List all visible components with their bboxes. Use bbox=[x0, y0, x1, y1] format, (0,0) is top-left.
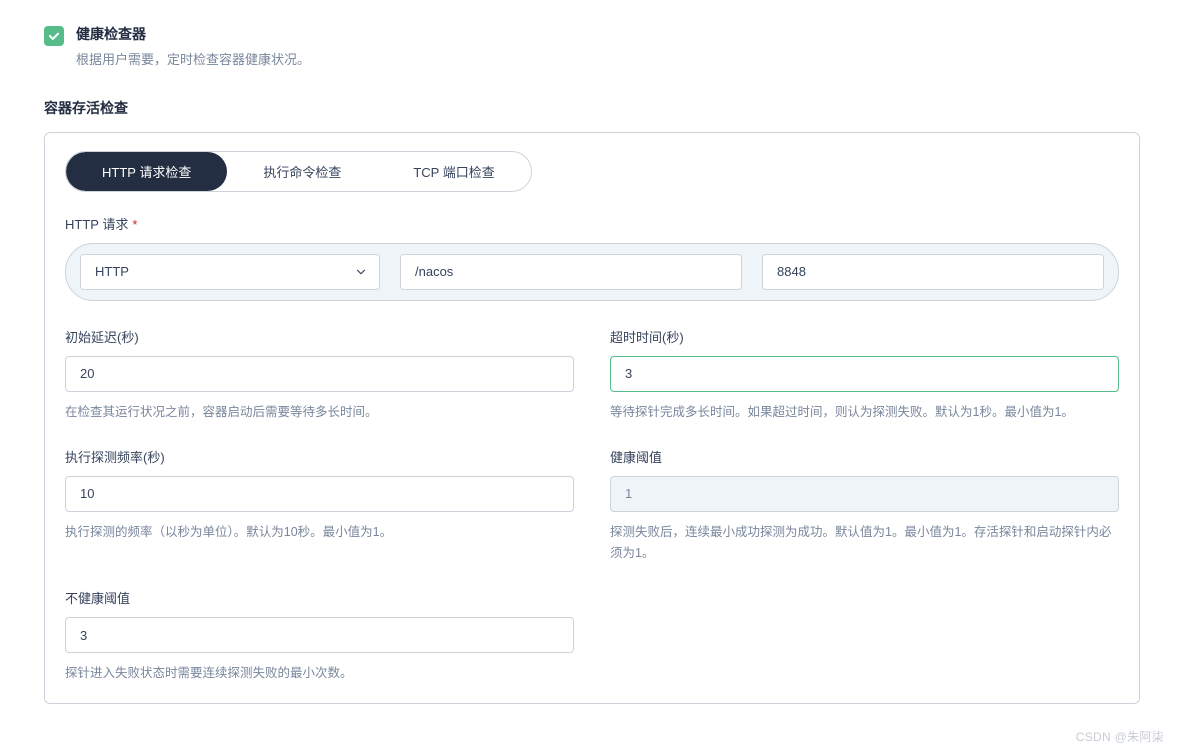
tab-http[interactable]: HTTP 请求检查 bbox=[66, 152, 227, 191]
field-initial-delay: 初始延迟(秒) 在检查其运行状况之前，容器启动后需要等待多长时间。 bbox=[65, 327, 574, 423]
http-request-row bbox=[65, 243, 1119, 301]
field-timeout: 超时时间(秒) 等待探针完成多长时间。如果超过时间，则认为探测失败。默认为1秒。… bbox=[610, 327, 1119, 423]
section-desc: 根据用户需要，定时检查容器健康状况。 bbox=[76, 50, 310, 70]
watermark: CSDN @朱阿柒 bbox=[1076, 728, 1164, 745]
http-request-label: HTTP 请求 * bbox=[65, 214, 1119, 233]
success-threshold-help: 探测失败后，连续最小成功探测为成功。默认值为1。最小值为1。存活探针和启动探针内… bbox=[610, 522, 1119, 565]
period-label: 执行探测频率(秒) bbox=[65, 447, 574, 466]
initial-delay-input[interactable] bbox=[65, 356, 574, 392]
tab-tcp[interactable]: TCP 端口检查 bbox=[377, 152, 530, 191]
group-title: 容器存活检查 bbox=[20, 98, 1164, 118]
liveness-card: HTTP 请求检查 执行命令检查 TCP 端口检查 HTTP 请求 * 初始延迟(… bbox=[44, 132, 1140, 704]
timeout-help: 等待探针完成多长时间。如果超过时间，则认为探测失败。默认为1秒。最小值为1。 bbox=[610, 402, 1119, 423]
required-asterisk: * bbox=[132, 217, 137, 232]
protocol-select-wrap bbox=[80, 254, 380, 290]
failure-threshold-input[interactable] bbox=[65, 617, 574, 653]
tab-exec[interactable]: 执行命令检查 bbox=[227, 152, 377, 191]
http-request-label-text: HTTP 请求 bbox=[65, 217, 128, 232]
period-help: 执行探测的频率（以秒为单位）。默认为10秒。最小值为1。 bbox=[65, 522, 574, 543]
period-input[interactable] bbox=[65, 476, 574, 512]
check-icon bbox=[47, 29, 61, 43]
timeout-label: 超时时间(秒) bbox=[610, 327, 1119, 346]
fields-grid: 初始延迟(秒) 在检查其运行状况之前，容器启动后需要等待多长时间。 超时时间(秒… bbox=[65, 327, 1119, 685]
health-check-checkbox[interactable] bbox=[44, 26, 64, 46]
failure-threshold-help: 探针进入失败状态时需要连续探测失败的最小次数。 bbox=[65, 663, 574, 684]
failure-threshold-label: 不健康阈值 bbox=[65, 588, 574, 607]
section-header-text: 健康检查器 根据用户需要，定时检查容器健康状况。 bbox=[76, 24, 310, 70]
field-period: 执行探测频率(秒) 执行探测的频率（以秒为单位）。默认为10秒。最小值为1。 bbox=[65, 447, 574, 565]
protocol-select[interactable] bbox=[80, 254, 380, 290]
success-threshold-label: 健康阈值 bbox=[610, 447, 1119, 466]
section-header: 健康检查器 根据用户需要，定时检查容器健康状况。 bbox=[20, 24, 1164, 70]
initial-delay-label: 初始延迟(秒) bbox=[65, 327, 574, 346]
initial-delay-help: 在检查其运行状况之前，容器启动后需要等待多长时间。 bbox=[65, 402, 574, 423]
path-input[interactable] bbox=[400, 254, 742, 290]
probe-type-tabs: HTTP 请求检查 执行命令检查 TCP 端口检查 bbox=[65, 151, 532, 192]
success-threshold-input[interactable] bbox=[610, 476, 1119, 512]
field-failure-threshold: 不健康阈值 探针进入失败状态时需要连续探测失败的最小次数。 bbox=[65, 588, 574, 684]
port-input[interactable] bbox=[762, 254, 1104, 290]
field-success-threshold: 健康阈值 探测失败后，连续最小成功探测为成功。默认值为1。最小值为1。存活探针和… bbox=[610, 447, 1119, 565]
timeout-input[interactable] bbox=[610, 356, 1119, 392]
section-title: 健康检查器 bbox=[76, 24, 310, 44]
